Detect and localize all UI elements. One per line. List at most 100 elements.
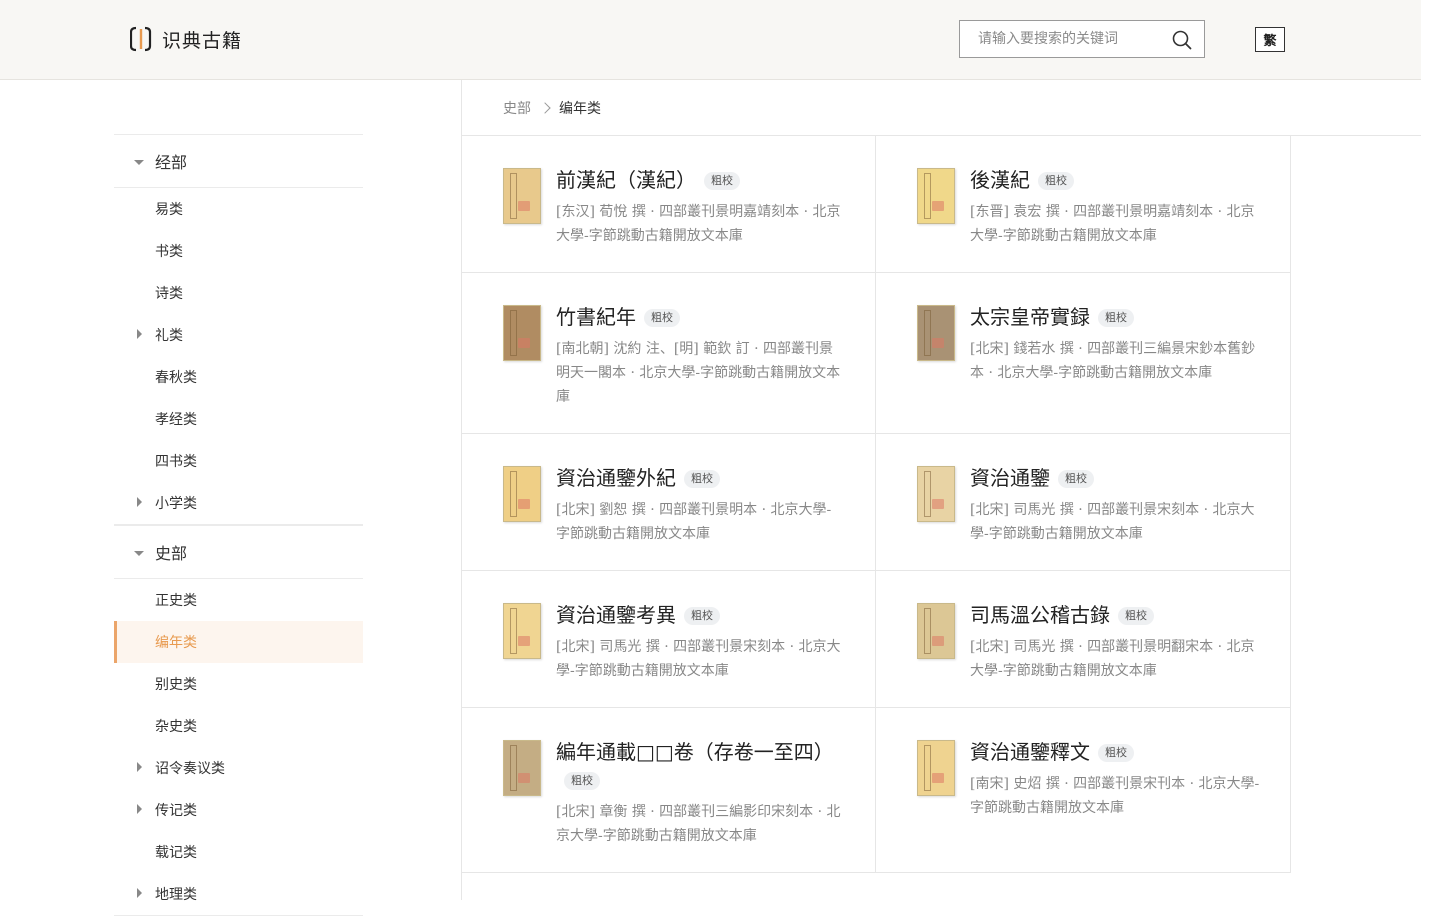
breadcrumb-parent-link[interactable]: 史部 [503, 98, 531, 118]
book-cover-thumbnail[interactable] [917, 305, 955, 361]
book-metadata: [北宋] 劉恕 撰 · 四部叢刊景明本 · 北京大學-字節跳動古籍開放文本庫 [556, 502, 832, 542]
sidebar-item[interactable]: 杂史类 [114, 705, 363, 747]
traditional-chinese-toggle-button[interactable]: 繁 [1255, 27, 1285, 52]
book-title[interactable]: 資治通鑒 [970, 466, 1050, 490]
book-title-line: 資治通鑒外紀 粗校 [556, 464, 845, 492]
book-metadata: [东晋] 袁宏 撰 · 四部叢刊景明嘉靖刻本 · 北京大學-字節跳動古籍開放文本… [970, 204, 1255, 244]
breadcrumb: 史部 编年类 [462, 80, 1421, 136]
book-card[interactable]: 後漢紀 粗校 [东晋] 袁宏 撰 · 四部叢刊景明嘉靖刻本 · 北京大學-字節跳動古… [876, 136, 1291, 272]
book-card[interactable]: 資治通鑒 粗校 [北宋] 司馬光 撰 · 四部叢刊景宋刻本 · 北京大學-字節跳動古… [876, 434, 1291, 570]
book-metadata: [东汉] 荀悅 撰 · 四部叢刊景明嘉靖刻本 · 北京大學-字節跳動古籍開放文本… [556, 204, 841, 244]
book-title[interactable]: 資治通鑒外紀 [556, 466, 676, 490]
caret-right-icon[interactable] [137, 497, 142, 507]
breadcrumb-current: 编年类 [559, 100, 601, 117]
sidebar-item[interactable]: 诗类 [114, 272, 363, 314]
category-sidebar: 经部易类书类 诗类 礼类春秋类孝经类四书类小学类史部正史类编年类别史类杂史类 诏令奏议… [114, 134, 363, 916]
cover-seal-stamp [932, 338, 944, 348]
book-title[interactable]: 司馬溫公稽古錄 [970, 603, 1110, 627]
book-row: 資治通鑒外紀 粗校 [北宋] 劉恕 撰 · 四部叢刊景明本 · 北京大學-字節跳動古… [462, 434, 1291, 571]
proofread-status-badge: 粗校 [1118, 607, 1154, 625]
book-card[interactable]: 資治通鑒外紀 粗校 [北宋] 劉恕 撰 · 四部叢刊景明本 · 北京大學-字節跳動古… [462, 434, 876, 570]
sidebar-group-label: 史部 [155, 544, 188, 563]
sidebar-item[interactable]: 书类 [114, 230, 363, 272]
book-title[interactable]: 竹書紀年 [556, 305, 636, 329]
caret-right-icon[interactable] [137, 762, 142, 772]
caret-right-icon[interactable] [137, 888, 142, 898]
sidebar-item[interactable]: 春秋类 [114, 356, 363, 398]
book-cover-thumbnail[interactable] [917, 740, 955, 796]
cover-seal-stamp [932, 499, 944, 509]
sidebar-item[interactable]: 小学类 [114, 482, 363, 525]
sidebar-item[interactable]: 传记类 [114, 789, 363, 831]
book-title[interactable]: 資治通鑒釋文 [970, 740, 1090, 764]
sidebar-item[interactable]: 诏令奏议类 [114, 747, 363, 789]
sidebar-item-label: 正史类 [155, 593, 197, 609]
book-cover-thumbnail[interactable] [503, 466, 541, 522]
sidebar-item-label: 小学类 [155, 496, 197, 512]
book-metadata: [北宋] 司馬光 撰 · 四部叢刊景宋刻本 · 北京大學-字節跳動古籍開放文本庫 [556, 639, 841, 679]
sidebar-item[interactable]: 礼类 [114, 314, 363, 356]
book-row: 編年通載□□卷（存卷一至四） 粗校 [北宋] 章衡 撰 · 四部叢刊三編影印宋刻本 … [462, 708, 1291, 873]
top-navigation-bar: 识典古籍 繁 [0, 0, 1421, 80]
cover-title-band [510, 310, 517, 356]
book-title[interactable]: 前漢紀（漢紀） [556, 168, 696, 192]
book-card[interactable]: 前漢紀（漢紀） 粗校 [东汉] 荀悅 撰 · 四部叢刊景明嘉靖刻本 · 北京大學-字… [462, 136, 876, 272]
sidebar-group-header[interactable]: 史部 [114, 526, 363, 579]
cover-title-band [510, 471, 517, 517]
book-card[interactable]: 資治通鑒釋文 粗校 [南宋] 史炤 撰 · 四部叢刊景宋刊本 · 北京大學-字節跳動… [876, 708, 1291, 872]
book-card[interactable]: 編年通載□□卷（存卷一至四） 粗校 [北宋] 章衡 撰 · 四部叢刊三編影印宋刻本 … [462, 708, 876, 872]
sidebar-item-label: 易类 [155, 202, 183, 218]
book-cover-thumbnail[interactable] [503, 168, 541, 224]
caret-right-icon[interactable] [137, 329, 142, 339]
site-logo[interactable]: 识典古籍 [130, 25, 242, 53]
cover-title-band [510, 173, 517, 219]
book-card[interactable]: 司馬溫公稽古錄 粗校 [北宋] 司馬光 撰 · 四部叢刊景明翻宋本 · 北京大學-字… [876, 571, 1291, 707]
book-cover-thumbnail[interactable] [503, 740, 541, 796]
cover-title-band [510, 608, 517, 654]
sidebar-item[interactable]: 编年类 [114, 621, 363, 663]
cover-title-band [924, 745, 931, 791]
book-title-line: 編年通載□□卷（存卷一至四） 粗校 [556, 738, 845, 794]
search-icon[interactable] [1172, 30, 1192, 50]
book-card[interactable]: 竹書紀年 粗校 [南北朝] 沈約 注、[明] 範欽 訂 · 四部叢刊景明天一閣本 ·… [462, 273, 876, 433]
book-card[interactable]: 資治通鑒考異 粗校 [北宋] 司馬光 撰 · 四部叢刊景宋刻本 · 北京大學-字節跳… [462, 571, 876, 707]
proofread-status-badge: 粗校 [1098, 744, 1134, 762]
book-cover-thumbnail[interactable] [503, 603, 541, 659]
caret-down-icon [134, 160, 144, 165]
cover-seal-stamp [518, 499, 530, 509]
sidebar-item[interactable]: 别史类 [114, 663, 363, 705]
sidebar-item-label: 地理类 [155, 887, 197, 903]
cover-seal-stamp [932, 636, 944, 646]
sidebar-item[interactable]: 正史类 [114, 579, 363, 621]
sidebar-item[interactable]: 载记类 [114, 831, 363, 873]
sidebar-item-label: 孝经类 [155, 412, 197, 428]
cover-seal-stamp [518, 338, 530, 348]
breadcrumb-chevron-icon [539, 101, 551, 114]
caret-right-icon[interactable] [137, 804, 142, 814]
book-title[interactable]: 資治通鑒考異 [556, 603, 676, 627]
sidebar-item[interactable]: 易类 [114, 188, 363, 230]
sidebar-item[interactable]: 四书类 [114, 440, 363, 482]
book-title[interactable]: 太宗皇帝實録 [970, 305, 1090, 329]
book-title[interactable]: 後漢紀 [970, 168, 1030, 192]
cover-title-band [924, 471, 931, 517]
sidebar-item[interactable]: 地理类 [114, 873, 363, 916]
cover-title-band [924, 310, 931, 356]
book-row: 資治通鑒考異 粗校 [北宋] 司馬光 撰 · 四部叢刊景宋刻本 · 北京大學-字節跳… [462, 571, 1291, 708]
proofread-status-badge: 粗校 [1038, 172, 1074, 190]
search-input[interactable] [960, 21, 1160, 57]
book-cover-thumbnail[interactable] [917, 168, 955, 224]
sidebar-item-label: 别史类 [155, 677, 197, 693]
book-cover-thumbnail[interactable] [917, 603, 955, 659]
sidebar-item-label: 传记类 [155, 803, 197, 819]
book-title[interactable]: 編年通載□□卷（存卷一至四） [556, 740, 834, 764]
sidebar-item[interactable]: 孝经类 [114, 398, 363, 440]
book-cover-thumbnail[interactable] [917, 466, 955, 522]
sidebar-item-label: 四书类 [155, 454, 197, 470]
book-cover-thumbnail[interactable] [503, 305, 541, 361]
book-card[interactable]: 太宗皇帝實録 粗校 [北宋] 錢若水 撰 · 四部叢刊三編景宋鈔本舊鈔本 · 北京大… [876, 273, 1291, 433]
sidebar-item-label: 春秋类 [155, 370, 197, 386]
sidebar-group-header[interactable]: 经部 [114, 135, 363, 188]
book-title-line: 太宗皇帝實録 粗校 [970, 303, 1260, 331]
book-metadata: [南北朝] 沈約 注、[明] 範欽 訂 · 四部叢刊景明天一閣本 · 北京大學-… [556, 341, 841, 405]
